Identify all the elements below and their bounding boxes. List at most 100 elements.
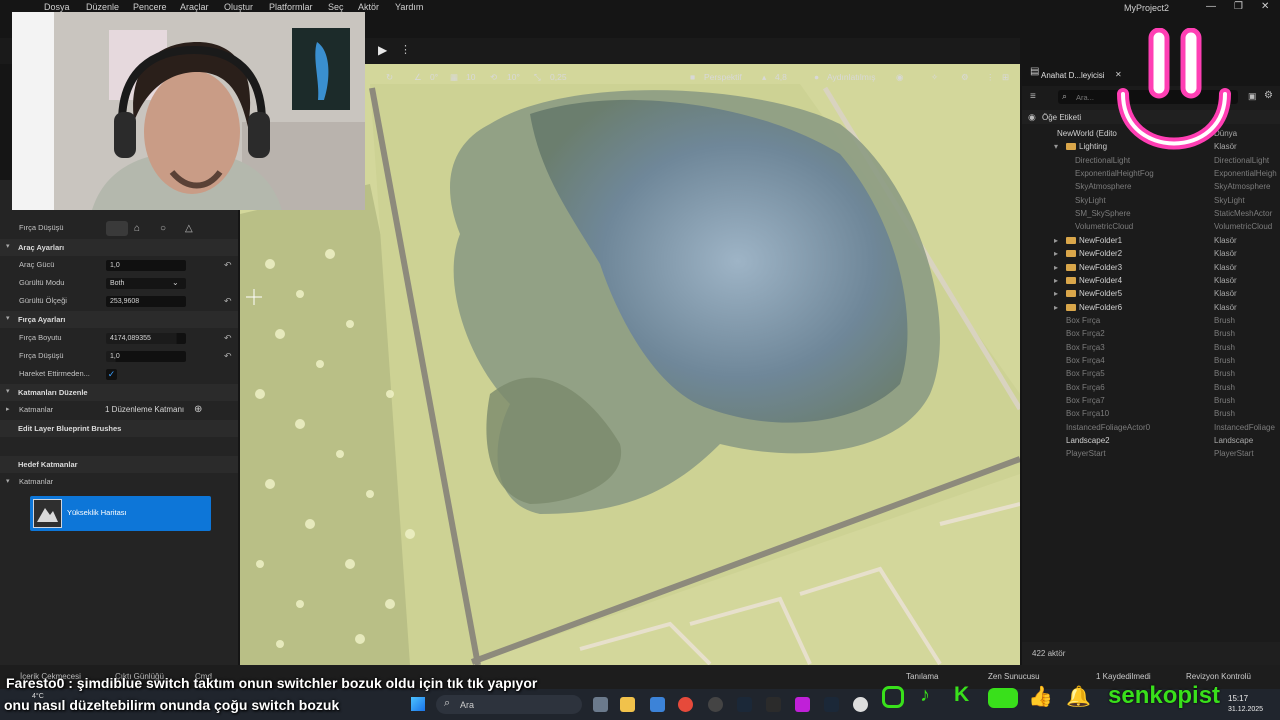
expand-icon[interactable]: ▸: [1054, 276, 1058, 285]
outliner-row[interactable]: Box Fırça3 Brush: [1022, 341, 1280, 354]
blueprint-brushes-section[interactable]: Edit Layer Blueprint Brushes: [0, 420, 238, 437]
outliner-row[interactable]: SkyAtmosphere SkyAtmosphere: [1022, 180, 1280, 193]
zen-server-button[interactable]: Zen Sunucusu: [988, 672, 1040, 681]
outliner-row[interactable]: Box Fırça6 Brush: [1022, 381, 1280, 394]
camera-speed-value[interactable]: 4,8: [775, 72, 787, 82]
heightmap-layer-item[interactable]: Yükseklik Haritası: [30, 496, 211, 531]
brush-settings-section[interactable]: ▾ Fırça Ayarları: [0, 311, 238, 328]
transform-icon[interactable]: ↻: [386, 72, 393, 83]
rotation-snap-value[interactable]: 10°: [507, 72, 520, 82]
outliner-row[interactable]: Box Fırça7 Brush: [1022, 394, 1280, 407]
expand-icon[interactable]: ▸: [6, 405, 10, 413]
scale-snap-value[interactable]: 0,25: [550, 72, 567, 82]
outliner-row[interactable]: Box Fırça Brush: [1022, 314, 1280, 327]
filter-icon[interactable]: ≡: [1030, 91, 1036, 102]
effects-icon[interactable]: ✧: [931, 72, 938, 83]
reset-icon[interactable]: ↶: [224, 260, 232, 271]
expand-icon[interactable]: ▸: [1054, 289, 1058, 298]
menu-tools[interactable]: Araçlar: [180, 2, 209, 12]
tool-settings-section[interactable]: ▾ Araç Ayarları: [0, 239, 238, 256]
menu-file[interactable]: Dosya: [44, 2, 70, 12]
github-icon[interactable]: [708, 697, 723, 712]
mail-icon[interactable]: [650, 697, 665, 712]
layers-edit-section[interactable]: ▾ Katmanları Düzenle: [0, 384, 238, 401]
angle-snap-value[interactable]: 0°: [430, 72, 438, 82]
outliner-row[interactable]: VolumetricCloud VolumetricCloud: [1022, 220, 1280, 233]
lighting-mode-button[interactable]: Aydınlatılmış: [827, 72, 876, 82]
windows-start-icon[interactable]: [411, 697, 425, 711]
menu-edit[interactable]: Düzenle: [86, 2, 119, 12]
diagnostics-button[interactable]: Tanılama: [906, 672, 938, 681]
falloff-smooth-icon[interactable]: [106, 221, 128, 236]
scale-snap-icon[interactable]: ⤡: [534, 72, 541, 83]
expand-icon[interactable]: ▸: [1054, 236, 1058, 245]
outliner-row[interactable]: ▸ NewFolder2 Klasör: [1022, 247, 1280, 260]
steam-icon[interactable]: [737, 697, 752, 712]
tool-strength-input[interactable]: 1,0: [106, 260, 186, 271]
outliner-row[interactable]: ▸ NewFolder4 Klasör: [1022, 274, 1280, 287]
brush-falloff-slider[interactable]: 1,0: [106, 351, 186, 362]
outliner-row[interactable]: ▸ NewFolder3 Klasör: [1022, 261, 1280, 274]
outliner-row[interactable]: Box Fırça4 Brush: [1022, 354, 1280, 367]
add-folder-icon[interactable]: ▣: [1248, 91, 1257, 102]
minimize-icon[interactable]: —: [1206, 1, 1216, 12]
outliner-row[interactable]: Box Fırça5 Brush: [1022, 367, 1280, 380]
unsaved-button[interactable]: 1 Kaydedilmedi: [1096, 672, 1151, 681]
add-layer-icon[interactable]: ⊕: [194, 404, 202, 415]
expand-icon[interactable]: ▸: [1054, 303, 1058, 312]
falloff-linear-icon[interactable]: ⌂: [134, 223, 140, 234]
rotation-snap-icon[interactable]: ⟲: [490, 72, 497, 83]
outliner-row[interactable]: InstancedFoliageActor0 InstancedFoliage: [1022, 421, 1280, 434]
expand-icon[interactable]: ▸: [1054, 249, 1058, 258]
expand-icon[interactable]: ▸: [1054, 263, 1058, 272]
brush-size-slider[interactable]: 4174,089355: [106, 333, 186, 344]
outliner-row[interactable]: SkyLight SkyLight: [1022, 194, 1280, 207]
falloff-tip-icon[interactable]: △: [185, 223, 193, 234]
settings-icon[interactable]: ⚙: [961, 72, 969, 83]
revision-control-button[interactable]: Revizyon Kontrolü: [1186, 672, 1251, 681]
play-icon[interactable]: ▶: [378, 43, 387, 57]
reset-icon[interactable]: ↶: [224, 333, 232, 344]
outliner-row[interactable]: ▸ NewFolder1 Klasör: [1022, 234, 1280, 247]
reset-icon[interactable]: ↶: [224, 351, 232, 362]
collapse-icon[interactable]: ▾: [1054, 142, 1058, 151]
outliner-row[interactable]: SM_SkySphere StaticMeshActor: [1022, 207, 1280, 220]
outliner-row[interactable]: ▸ NewFolder6 Klasör: [1022, 301, 1280, 314]
taskbar-search[interactable]: ⌕ Ara: [436, 695, 582, 714]
file-explorer-icon[interactable]: [620, 697, 635, 712]
lighting-icon[interactable]: ●: [814, 72, 819, 82]
angle-snap-icon[interactable]: ∠: [414, 72, 422, 83]
outliner-row[interactable]: Landscape2 Landscape: [1022, 434, 1280, 447]
menu-window[interactable]: Pencere: [133, 2, 167, 12]
noise-scale-input[interactable]: 253,9608: [106, 296, 186, 307]
menu-select[interactable]: Seç: [328, 2, 344, 12]
grid-icon[interactable]: ▦: [450, 72, 458, 83]
reset-icon[interactable]: ↶: [224, 296, 232, 307]
grid-snap-value[interactable]: 10: [466, 72, 475, 82]
task-view-icon[interactable]: [593, 697, 608, 712]
falloff-spherical-icon[interactable]: ○: [160, 223, 166, 234]
outliner-row[interactable]: ExponentialHeightFog ExponentialHeigh: [1022, 167, 1280, 180]
menu-platforms[interactable]: Platformlar: [269, 2, 313, 12]
steam-2-icon[interactable]: [824, 697, 839, 712]
item-label-column[interactable]: Öğe Etiketi: [1042, 113, 1081, 122]
unreal-engine-icon[interactable]: [853, 697, 868, 712]
epic-games-icon[interactable]: [766, 697, 781, 712]
outliner-row[interactable]: PlayerStart PlayerStart: [1022, 447, 1280, 460]
outliner-tab[interactable]: Anahat D...leyicisi: [1041, 71, 1105, 80]
menu-help[interactable]: Yardım: [395, 2, 423, 12]
chrome-icon[interactable]: [678, 697, 693, 712]
no-move-checkbox[interactable]: ✓: [106, 369, 117, 380]
menu-create[interactable]: Oluştur: [224, 2, 253, 12]
layout-icon[interactable]: ⊞: [1002, 72, 1009, 83]
outliner-row[interactable]: ▸ NewFolder5 Klasör: [1022, 287, 1280, 300]
outliner-row[interactable]: Box Fırça2 Brush: [1022, 327, 1280, 340]
settings-icon[interactable]: ⚙: [1264, 90, 1273, 101]
options-icon[interactable]: ⋮: [986, 72, 995, 83]
maximize-icon[interactable]: ❐: [1234, 1, 1243, 12]
camera-speed-icon[interactable]: ▴: [762, 72, 766, 83]
outliner-row[interactable]: Box Fırça10 Brush: [1022, 407, 1280, 420]
close-window-icon[interactable]: ✕: [1261, 1, 1269, 12]
camera-icon[interactable]: ■: [690, 72, 695, 82]
menu-actor[interactable]: Aktör: [358, 2, 379, 12]
